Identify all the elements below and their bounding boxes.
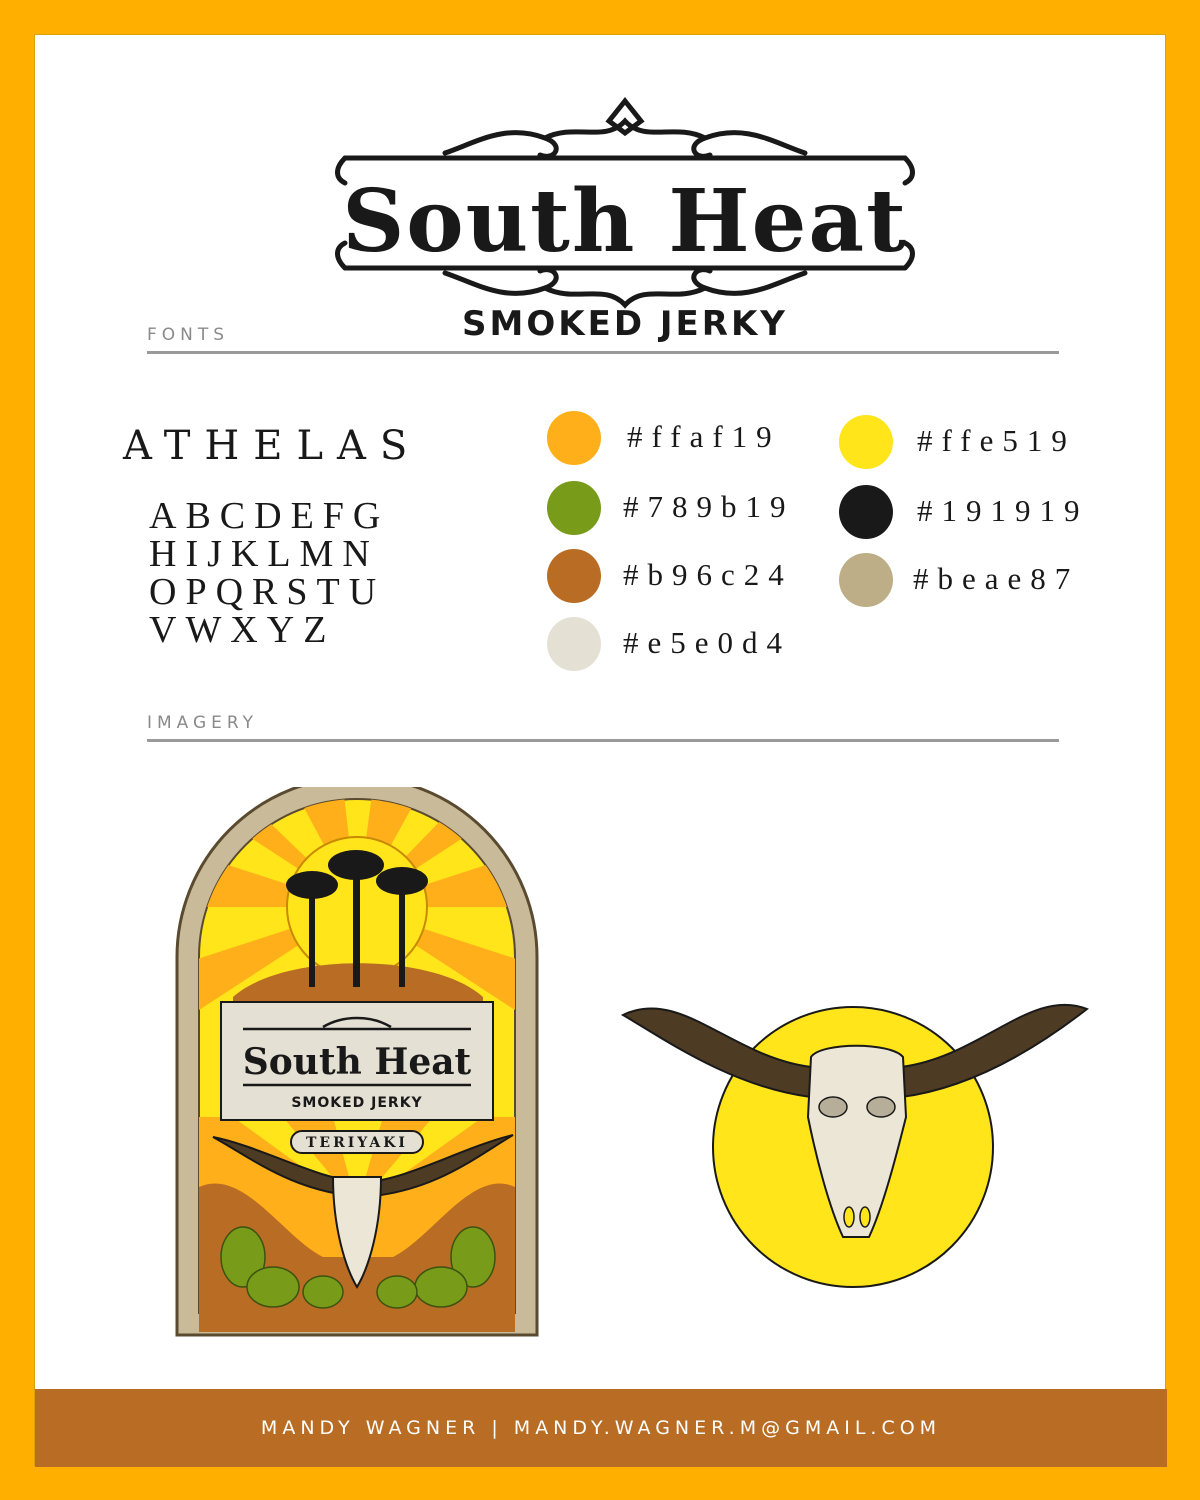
font-name: ATHELAS bbox=[123, 423, 422, 469]
logo-brand-name: South Heat bbox=[342, 171, 908, 272]
color-swatch bbox=[547, 481, 601, 535]
color-swatch bbox=[547, 411, 601, 465]
south-heat-logo: South Heat SMOKED JERKY bbox=[335, 96, 915, 344]
alphabet-line: OPQRSTU bbox=[149, 571, 386, 613]
logo-tagline: SMOKED JERKY bbox=[462, 304, 788, 344]
alphabet-line: HIJKLMN bbox=[149, 533, 379, 575]
fonts-divider bbox=[147, 351, 1059, 354]
alphabet-line: ABCDEFG bbox=[149, 495, 390, 537]
package-label-illustration: South Heat SMOKED JERKY TERIYAKI bbox=[175, 787, 539, 1337]
color-swatch bbox=[547, 617, 601, 671]
alphabet-line: VWXYZ bbox=[149, 609, 336, 651]
color-swatch bbox=[839, 553, 893, 607]
color-hex-label: #ffe519 bbox=[917, 423, 1076, 458]
imagery-divider bbox=[147, 739, 1059, 742]
color-swatch bbox=[839, 485, 893, 539]
color-hex-label: #ffaf19 bbox=[627, 419, 781, 454]
color-swatch bbox=[839, 415, 893, 469]
color-swatch bbox=[547, 549, 601, 603]
label-tagline: SMOKED JERKY bbox=[291, 1095, 422, 1111]
fonts-section-label: FONTS bbox=[147, 325, 230, 345]
longhorn-skull-illustration bbox=[621, 1003, 1089, 1288]
label-brand-name: South Heat bbox=[243, 1041, 472, 1083]
color-hex-label: #b96c24 bbox=[623, 557, 793, 592]
brand-sheet: South Heat SMOKED JERKY FONTS ATHELAS AB… bbox=[34, 34, 1167, 1467]
footer-contact: MANDY WAGNER | MANDY.WAGNER.M@GMAIL.COM bbox=[260, 1417, 942, 1439]
alphabet-specimen: ABCDEFG HIJKLMN OPQRSTU VWXYZ bbox=[149, 497, 509, 649]
imagery-section-label: IMAGERY bbox=[147, 713, 259, 733]
color-hex-label: #789b19 bbox=[623, 489, 795, 524]
color-hex-label: #beae87 bbox=[913, 561, 1080, 596]
color-hex-label: #e5e0d4 bbox=[623, 625, 792, 660]
label-flavor: TERIYAKI bbox=[306, 1135, 408, 1151]
color-hex-label: #191919 bbox=[917, 493, 1089, 528]
footer-bar: MANDY WAGNER | MANDY.WAGNER.M@GMAIL.COM bbox=[35, 1389, 1167, 1467]
